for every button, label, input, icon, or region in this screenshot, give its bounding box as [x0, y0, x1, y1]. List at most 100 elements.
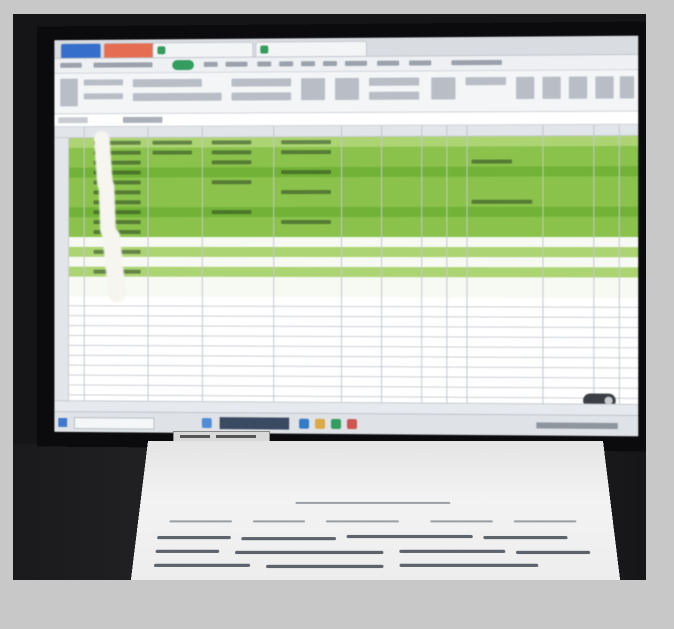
handwritten-entry: [399, 550, 505, 553]
home-tab[interactable]: [60, 43, 101, 58]
sticker-text: [216, 435, 256, 438]
data-row[interactable]: [69, 247, 638, 257]
handwritten-entry: [483, 536, 567, 539]
menu-item[interactable]: [409, 60, 431, 65]
format-painter-button[interactable]: [84, 93, 123, 99]
cell-text: [212, 150, 252, 154]
name-box[interactable]: [58, 117, 87, 123]
handwritten-entry: [235, 551, 384, 554]
number-format[interactable]: [369, 78, 419, 86]
formula-input[interactable]: [123, 117, 162, 123]
sheet-icon: [157, 46, 165, 54]
workbook-tab-2[interactable]: [255, 41, 367, 57]
document-header-cell: [169, 520, 232, 522]
cell-text: [152, 141, 191, 145]
cell-text: [212, 160, 252, 164]
column-divider: [341, 126, 342, 402]
data-row[interactable]: [69, 207, 638, 218]
menu-item[interactable]: [301, 61, 315, 66]
cell-text: [472, 200, 533, 204]
alignment-buttons-2[interactable]: [232, 92, 292, 100]
document-header-cell: [326, 520, 399, 522]
monitor-bezel: [37, 21, 646, 451]
data-row[interactable]: [69, 286, 638, 297]
cell-text: [281, 150, 331, 154]
workbook-tab-1[interactable]: [152, 42, 253, 58]
search-box[interactable]: [451, 60, 501, 65]
number-format-2[interactable]: [369, 92, 419, 100]
data-row[interactable]: [69, 227, 638, 237]
conditional-format-button[interactable]: [431, 77, 455, 99]
taskbar-app-icon[interactable]: [347, 419, 357, 429]
taskbar-app-icon[interactable]: [315, 419, 325, 429]
column-divider: [381, 126, 382, 402]
document-title-line: [295, 502, 450, 504]
handwritten-entry: [241, 537, 336, 540]
cut-button[interactable]: [84, 79, 123, 85]
data-row[interactable]: [69, 257, 638, 268]
ribbon-toolbar: [54, 70, 638, 114]
taskbar-app-icon[interactable]: [299, 419, 309, 429]
wrap-button[interactable]: [335, 78, 359, 100]
alignment-buttons[interactable]: [232, 78, 292, 86]
merge-button[interactable]: [301, 78, 325, 100]
data-row[interactable]: [69, 217, 638, 227]
column-divider: [84, 127, 85, 400]
printed-document: [129, 441, 622, 580]
cell-text: [472, 159, 512, 163]
handwritten-entry: [516, 551, 591, 554]
menu-item[interactable]: [345, 61, 367, 66]
taskbar-app-icon[interactable]: [331, 419, 341, 429]
paste-button[interactable]: [60, 79, 78, 107]
system-tray[interactable]: [536, 422, 617, 429]
column-divider: [446, 126, 447, 403]
cell-text: [281, 140, 331, 144]
photo-frame: [13, 14, 646, 580]
column-divider: [421, 126, 422, 403]
column-divider: [542, 125, 543, 403]
cell-text: [152, 150, 191, 154]
menu-item[interactable]: [204, 62, 218, 67]
font-style-buttons[interactable]: [133, 93, 222, 101]
handwritten-entry: [266, 565, 384, 568]
quick-access-toolbar[interactable]: [94, 62, 153, 67]
column-divider: [593, 125, 594, 404]
taskbar-search[interactable]: [74, 417, 155, 429]
sticker-text: [180, 435, 210, 438]
fill-button[interactable]: [595, 76, 613, 98]
data-row[interactable]: [69, 197, 638, 208]
table-style-button[interactable]: [466, 77, 506, 85]
handwritten-entry: [155, 550, 219, 553]
rows-columns-button[interactable]: [620, 76, 634, 98]
font-selector[interactable]: [133, 79, 202, 87]
menu-item[interactable]: [279, 61, 293, 66]
document-header-cell: [430, 520, 493, 522]
handwritten-entry: [347, 535, 473, 538]
filter-button[interactable]: [542, 77, 560, 99]
column-divider: [148, 127, 149, 401]
data-row[interactable]: [69, 237, 638, 247]
cell-text: [212, 180, 252, 184]
menu-item[interactable]: [377, 61, 399, 66]
cell-text: [281, 170, 331, 174]
column-divider: [202, 127, 203, 402]
menu-item[interactable]: [60, 63, 82, 68]
column-divider: [467, 125, 468, 402]
taskbar-app-icon[interactable]: [202, 418, 212, 428]
menu-item[interactable]: [257, 61, 271, 66]
taskbar-active-window[interactable]: [220, 417, 289, 429]
cell-text: [281, 220, 331, 224]
menu-start-active[interactable]: [172, 60, 194, 70]
menu-item[interactable]: [323, 61, 337, 66]
cell-text: [212, 210, 252, 214]
windows-taskbar: [54, 411, 638, 436]
menu-item[interactable]: [226, 62, 248, 67]
cell-text: [281, 190, 331, 194]
handwritten-entry: [154, 564, 250, 567]
column-divider: [619, 125, 620, 404]
sum-button[interactable]: [516, 77, 534, 99]
windows-start-icon[interactable]: [58, 418, 67, 427]
sheet-icon: [260, 46, 268, 54]
handwritten-entry: [399, 564, 538, 567]
sort-button[interactable]: [569, 76, 587, 98]
